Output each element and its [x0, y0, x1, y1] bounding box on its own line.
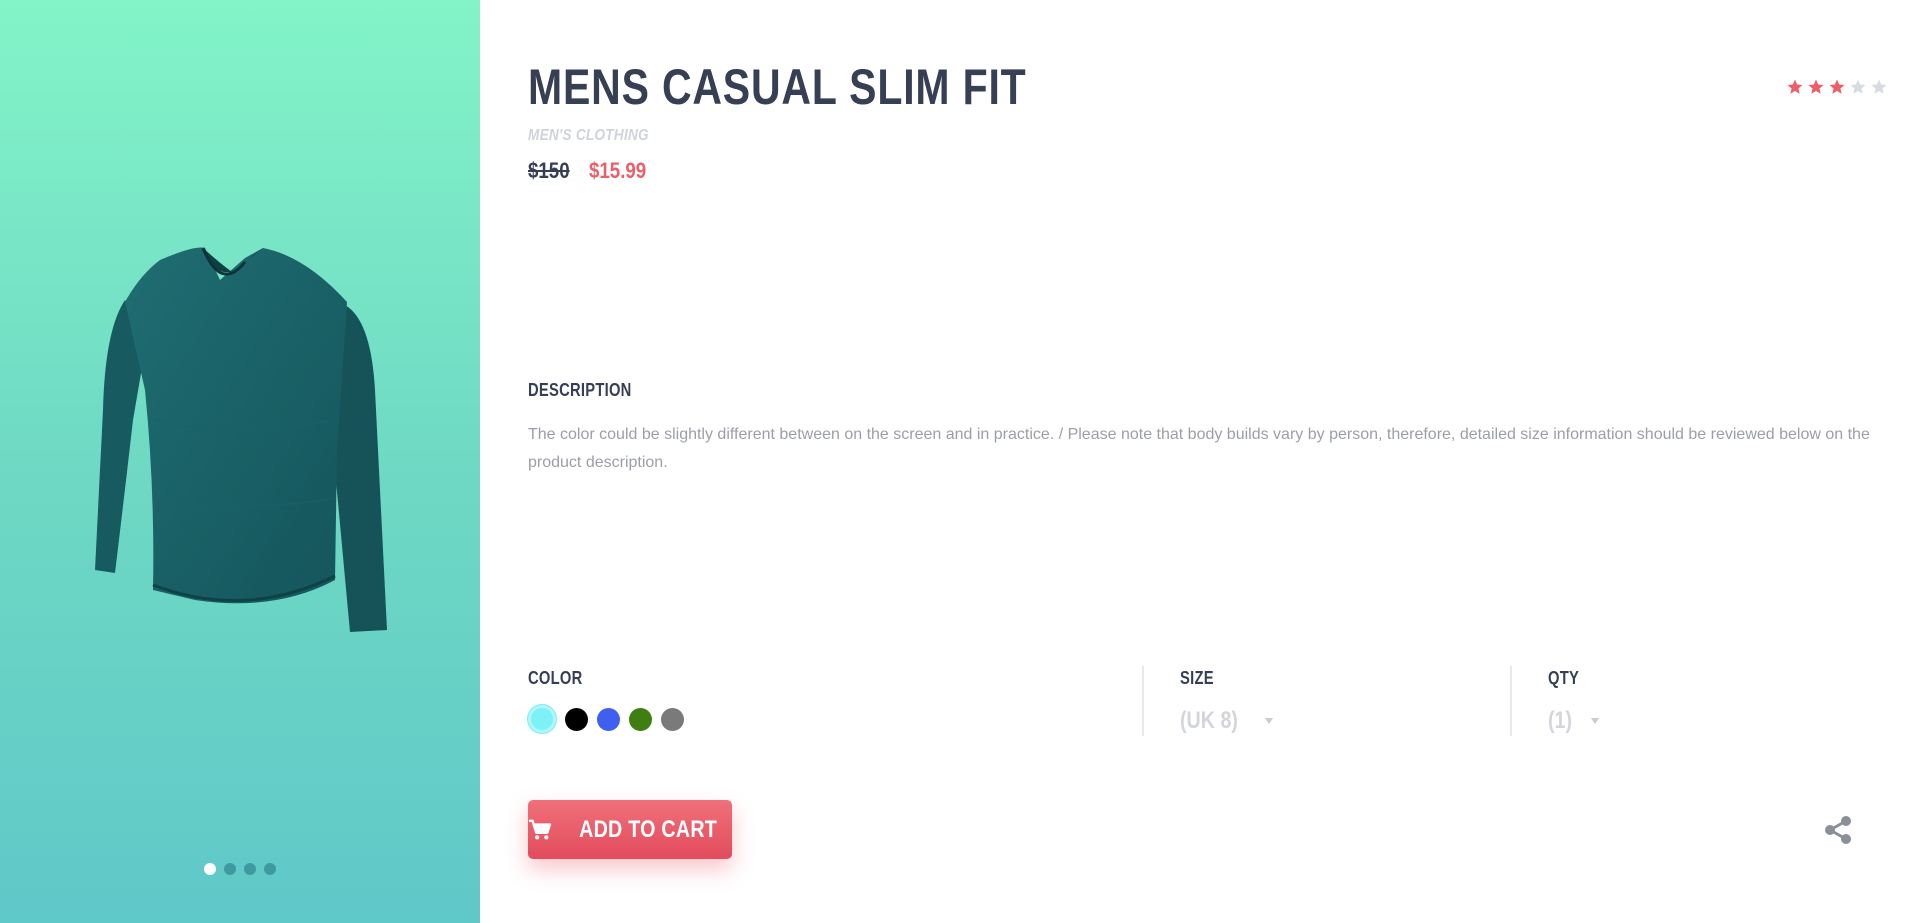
size-picker: SIZE (UK 8)	[1180, 668, 1273, 735]
qty-select[interactable]: (1)	[1548, 707, 1600, 735]
divider	[1510, 666, 1512, 736]
qty-value: (1)	[1548, 707, 1573, 734]
chevron-down-icon	[1591, 718, 1600, 724]
color-swatches	[528, 705, 684, 733]
size-select[interactable]: (UK 8)	[1180, 707, 1273, 735]
gallery-dot[interactable]	[224, 863, 236, 875]
star-rating[interactable]	[1786, 78, 1888, 96]
add-to-cart-label: ADD TO CART	[578, 815, 717, 843]
product-gallery	[0, 0, 480, 923]
size-value: (UK 8)	[1180, 707, 1238, 734]
gallery-dot[interactable]	[244, 863, 256, 875]
old-price: $150	[528, 158, 570, 183]
color-swatch[interactable]	[597, 707, 620, 731]
description-label: DESCRIPTION	[528, 380, 632, 400]
product-title: MENS CASUAL SLIM FIT	[528, 59, 1027, 115]
qty-picker: QTY (1)	[1548, 668, 1600, 735]
gallery-dots	[204, 863, 276, 875]
star-icon[interactable]	[1828, 78, 1846, 96]
color-swatch[interactable]	[528, 705, 556, 733]
size-label: SIZE	[1180, 668, 1214, 688]
chevron-down-icon	[1264, 718, 1273, 724]
product-image	[95, 247, 387, 632]
add-to-cart-button[interactable]: ADD TO CART	[528, 800, 732, 859]
star-icon[interactable]	[1849, 78, 1867, 96]
star-icon[interactable]	[1870, 78, 1888, 96]
share-icon[interactable]	[1822, 814, 1854, 846]
qty-label: QTY	[1548, 668, 1580, 688]
divider	[1142, 666, 1144, 736]
color-swatch[interactable]	[629, 707, 652, 731]
color-picker: COLOR	[528, 668, 684, 733]
product-category: MEN'S CLOTHING	[528, 127, 649, 144]
gallery-dot[interactable]	[204, 863, 216, 875]
color-label: COLOR	[528, 668, 583, 688]
color-swatch[interactable]	[565, 707, 588, 731]
price-row: $150 $15.99	[528, 158, 656, 184]
product-details: MENS CASUAL SLIM FIT MEN'S CLOTHING $150…	[480, 0, 1920, 923]
gallery-dot[interactable]	[264, 863, 276, 875]
color-swatch[interactable]	[661, 707, 684, 731]
cart-icon	[528, 819, 552, 839]
star-icon[interactable]	[1807, 78, 1825, 96]
description-text: The color could be slightly different be…	[528, 426, 1870, 471]
star-icon[interactable]	[1786, 78, 1804, 96]
sale-price: $15.99	[588, 158, 647, 183]
